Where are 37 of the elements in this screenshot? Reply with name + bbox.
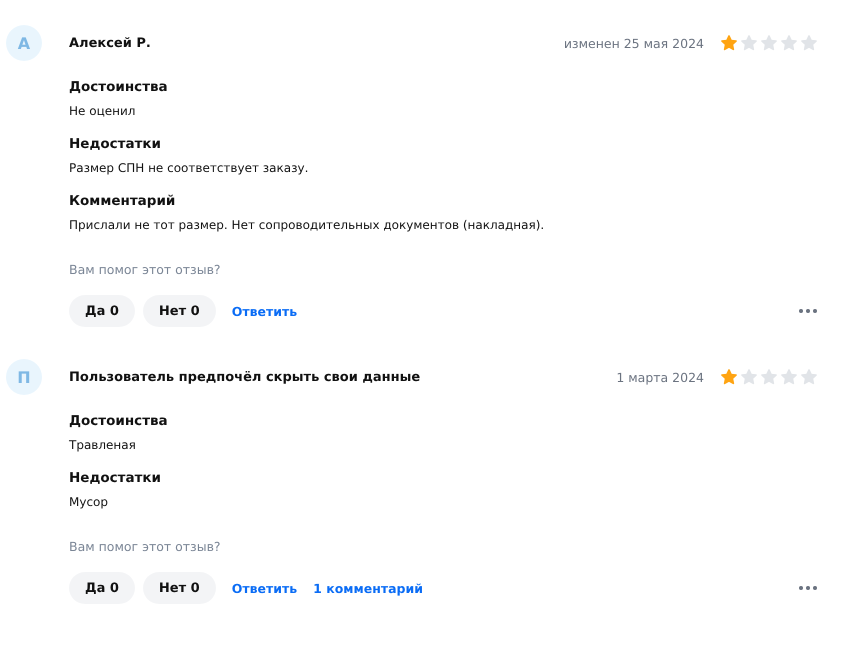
avatar: А (6, 25, 42, 61)
section-text: Размер СПН не соответствует заказу. (69, 161, 310, 175)
star-icon (760, 34, 778, 52)
section-title: Недостатки (69, 470, 162, 486)
more-icon[interactable] (798, 585, 818, 591)
star-icon (720, 368, 738, 386)
section-title: Достоинства (69, 79, 169, 95)
review-link[interactable]: Ответить (232, 304, 298, 318)
star-icon (740, 34, 758, 52)
star-icon (800, 368, 818, 386)
author-name: Пользователь предпочёл скрыть свои данные (69, 370, 422, 384)
helpful-question: Вам помог этот отзыв? (69, 539, 222, 554)
avatar: П (6, 359, 42, 395)
more-icon[interactable] (798, 308, 818, 314)
section-text: Травленая (69, 438, 137, 452)
no-vote-button[interactable]: Нет 0 (142, 295, 216, 327)
section-text: Мусор (69, 495, 110, 509)
star-icon (780, 34, 798, 52)
no-vote-button[interactable]: Нет 0 (142, 572, 216, 604)
helpful-question: Вам помог этот отзыв? (69, 262, 222, 277)
section-title: Недостатки (69, 136, 162, 152)
yes-vote-button[interactable]: Да 0 (69, 295, 135, 327)
section-title: Достоинства (69, 413, 169, 429)
review-link[interactable]: Ответить (232, 580, 298, 596)
star-icon (780, 368, 798, 386)
star-icon (760, 368, 778, 386)
yes-vote-button[interactable]: Да 0 (69, 572, 135, 604)
author-name: Алексей Р. (69, 36, 152, 50)
section-text: Прислали не тот размер. Нет сопроводительных документов (накладная). (69, 218, 546, 232)
section-title: Комментарий (69, 193, 176, 209)
review-date: изменен 25 мая 2024 (564, 36, 704, 50)
review-date: 1 марта 2024 (616, 370, 704, 384)
review-link[interactable]: 1 комментарий (313, 580, 423, 596)
section-text: Не оценил (69, 104, 136, 118)
star-icon (740, 368, 758, 386)
star-icon (720, 34, 738, 52)
star-icon (800, 34, 818, 52)
